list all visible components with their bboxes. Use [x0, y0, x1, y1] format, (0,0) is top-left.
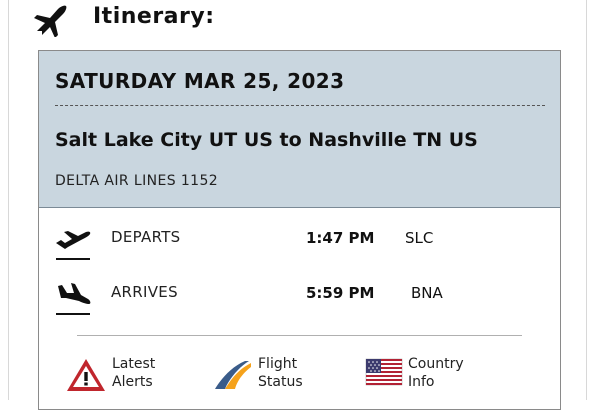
- flight-status-text: Flight Status: [258, 355, 303, 391]
- dashed-divider: [55, 105, 545, 106]
- quick-links: Latest Alerts Flight Status Country Info: [39, 351, 560, 401]
- itinerary-header: Itinerary:: [30, 0, 550, 40]
- arrival-airport-code: BNA: [411, 284, 443, 302]
- country-info-text: Country Info: [408, 355, 464, 391]
- country-info-line1: Country: [408, 356, 464, 372]
- page-title: Itinerary:: [93, 4, 215, 29]
- itinerary-card: SATURDAY MAR 25, 2023 Salt Lake City UT …: [38, 50, 561, 410]
- flight-status-icon: [215, 361, 251, 389]
- divider: [77, 335, 522, 336]
- flight-status-line2: Status: [258, 374, 303, 390]
- arrives-label: ARRIVES: [111, 283, 178, 301]
- departure-icon: [56, 231, 91, 260]
- departure-airport-code: SLC: [405, 229, 434, 247]
- airplane-icon: [34, 5, 67, 37]
- latest-alerts-line2: Alerts: [112, 374, 153, 390]
- departure-row: DEPARTS 1:47 PM SLC: [39, 223, 560, 263]
- us-flag-icon: [365, 358, 403, 386]
- arrival-row: ARRIVES 5:59 PM BNA: [39, 278, 560, 318]
- flight-route: Salt Lake City UT US to Nashville TN US: [55, 129, 478, 151]
- flight-date: SATURDAY MAR 25, 2023: [55, 69, 345, 93]
- warning-icon: [67, 359, 105, 391]
- flight-status-line1: Flight: [258, 356, 298, 372]
- itinerary-summary: SATURDAY MAR 25, 2023 Salt Lake City UT …: [39, 51, 560, 208]
- departure-time: 1:47 PM: [306, 229, 375, 247]
- arrival-time: 5:59 PM: [306, 284, 375, 302]
- latest-alerts-line1: Latest: [112, 356, 156, 372]
- country-info-line2: Info: [408, 374, 435, 390]
- arrival-icon: [56, 283, 91, 315]
- latest-alerts-text: Latest Alerts: [112, 355, 155, 391]
- departs-label: DEPARTS: [111, 228, 181, 246]
- flight-number: DELTA AIR LINES 1152: [55, 173, 219, 189]
